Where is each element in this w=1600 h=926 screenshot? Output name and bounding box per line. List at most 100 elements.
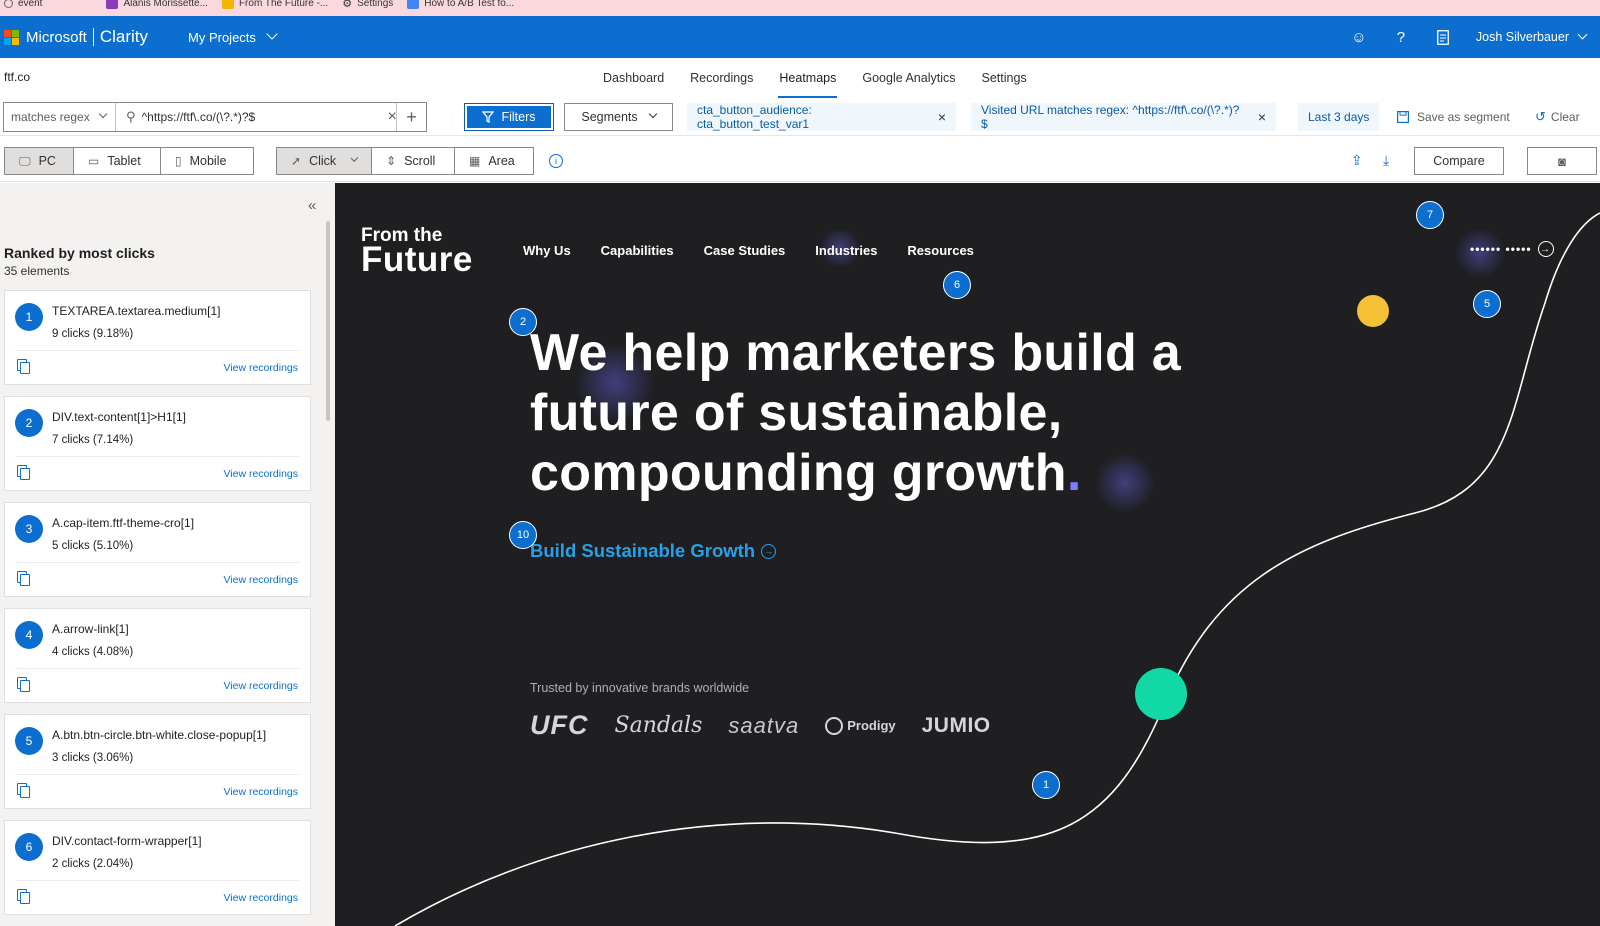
- save-icon: [1397, 111, 1409, 123]
- click-marker[interactable]: 10: [509, 521, 537, 549]
- my-projects-dropdown[interactable]: My Projects: [188, 28, 278, 45]
- feedback-smiley-icon[interactable]: ☺: [1338, 16, 1380, 58]
- site-nav-case-studies[interactable]: Case Studies: [704, 243, 786, 258]
- remove-chip-icon[interactable]: ×: [938, 109, 946, 125]
- bookmark-icon: [221, 0, 234, 9]
- tab-google-analytics[interactable]: Google Analytics: [849, 58, 968, 98]
- device-mobile[interactable]: ▯ Mobile: [161, 148, 253, 174]
- hero-heading[interactable]: We help marketers build a future of sust…: [530, 323, 1290, 503]
- filter-chip-audience[interactable]: cta_button_audience: cta_button_test_var…: [687, 103, 956, 131]
- tab-settings[interactable]: Settings: [968, 58, 1039, 98]
- clear-filters-button[interactable]: ↺ Clear: [1535, 103, 1580, 131]
- match-type-dropdown[interactable]: matches regex: [4, 103, 116, 131]
- copy-icon[interactable]: [17, 571, 30, 586]
- view-recordings-link[interactable]: View recordings: [223, 786, 298, 798]
- chip-label: Visited URL matches regex: ^https://ftf\…: [981, 103, 1240, 131]
- site-nav-resources[interactable]: Resources: [907, 243, 973, 258]
- click-marker[interactable]: 7: [1416, 201, 1444, 229]
- undo-icon: ↺: [1535, 109, 1546, 124]
- ranked-element-card[interactable]: 1 TEXTAREA.textarea.medium[1] 9 clicks (…: [4, 290, 311, 385]
- info-icon[interactable]: i: [549, 154, 563, 168]
- screenshot-button[interactable]: ◙: [1527, 147, 1597, 175]
- tab-list: Dashboard Recordings Heatmaps Google Ana…: [590, 58, 1040, 98]
- device-label: Tablet: [107, 154, 141, 168]
- brand-logos: UFC Sandals saatva Prodigy JUMIO: [530, 710, 1017, 741]
- add-url-button[interactable]: +: [396, 103, 426, 131]
- bookmark-event[interactable]: event: [0, 0, 42, 9]
- bookmark-settings[interactable]: ⚙ Settings: [342, 0, 393, 10]
- ranked-element-card[interactable]: 3 A.cap-item.ftf-theme-cro[1] 5 clicks (…: [4, 502, 311, 597]
- url-regex-input[interactable]: [141, 110, 382, 124]
- card-divider: [15, 668, 300, 669]
- site-nav-capabilities[interactable]: Capabilities: [601, 243, 674, 258]
- ranked-element-card[interactable]: 4 A.arrow-link[1] 4 clicks (4.08%) View …: [4, 608, 311, 703]
- view-recordings-link[interactable]: View recordings: [223, 574, 298, 586]
- click-marker[interactable]: 1: [1032, 771, 1060, 799]
- help-icon[interactable]: ?: [1380, 16, 1422, 58]
- remove-chip-icon[interactable]: ×: [1258, 109, 1266, 125]
- ranked-element-card[interactable]: 5 A.btn.btn-circle.btn-white.close-popup…: [4, 714, 311, 809]
- card-divider: [15, 774, 300, 775]
- device-label: Mobile: [189, 154, 227, 168]
- monitor-icon: 🖵: [19, 153, 31, 168]
- sandals-logo: Sandals: [614, 713, 703, 738]
- filter-chip-url[interactable]: Visited URL matches regex: ^https://ftf\…: [971, 103, 1276, 131]
- element-selector: TEXTAREA.textarea.medium[1]: [52, 304, 221, 318]
- site-nav-industries[interactable]: Industries: [815, 243, 877, 258]
- share-icon[interactable]: ⇪: [1351, 152, 1363, 169]
- heatmap-preview[interactable]: From the Future Why Us Capabilities Case…: [335, 183, 1600, 926]
- bookmark-icon: [407, 0, 420, 9]
- tab-heatmaps[interactable]: Heatmaps: [766, 58, 849, 98]
- top-bar: Microsoft Clarity My Projects ☺ ? Josh S…: [0, 16, 1600, 58]
- view-recordings-link[interactable]: View recordings: [223, 892, 298, 904]
- copy-icon[interactable]: [17, 677, 30, 692]
- mode-scroll[interactable]: ⇕ Scroll: [372, 148, 455, 174]
- filters-button[interactable]: Filters: [464, 103, 554, 131]
- hero-dot: .: [1066, 444, 1082, 502]
- heatmap-mode-selector: ➚ Click ⇕ Scroll ▦ Area: [276, 147, 534, 175]
- bookmark-ab-test[interactable]: How to A/B Test fo...: [407, 0, 514, 9]
- save-as-segment-button[interactable]: Save as segment: [1397, 103, 1510, 131]
- copy-icon[interactable]: [17, 465, 30, 480]
- copy-icon[interactable]: [17, 359, 30, 374]
- chevron-down-icon: [1577, 29, 1588, 39]
- device-tablet[interactable]: ▭ Tablet: [74, 148, 161, 174]
- segments-dropdown[interactable]: Segments: [564, 103, 673, 131]
- filter-chip-date[interactable]: Last 3 days: [1298, 103, 1380, 131]
- view-recordings-link[interactable]: View recordings: [223, 468, 298, 480]
- site-logo[interactable]: From the Future: [361, 226, 473, 277]
- click-marker[interactable]: 6: [943, 271, 971, 299]
- device-pc[interactable]: 🖵 PC: [5, 148, 74, 174]
- ranked-element-card[interactable]: 6 DIV.contact-form-wrapper[1] 2 clicks (…: [4, 820, 311, 915]
- cta-link[interactable]: Build Sustainable Growth →: [530, 540, 777, 562]
- camera-icon: ◙: [1558, 153, 1566, 169]
- click-marker[interactable]: 5: [1473, 290, 1501, 318]
- panel-scrollbar[interactable]: [326, 221, 330, 421]
- brand-separator: [92, 28, 94, 46]
- site-contact-link[interactable]: •••••• ••••• →: [1470, 241, 1554, 257]
- click-marker[interactable]: 2: [509, 308, 537, 336]
- copy-icon[interactable]: [17, 889, 30, 904]
- mode-label: Click: [309, 154, 337, 168]
- view-recordings-link[interactable]: View recordings: [223, 362, 298, 374]
- view-recordings-link[interactable]: View recordings: [223, 680, 298, 692]
- my-projects-label: My Projects: [188, 29, 256, 45]
- collapse-panel-icon[interactable]: «: [308, 197, 316, 214]
- copy-icon[interactable]: [17, 783, 30, 798]
- mode-click[interactable]: ➚ Click: [277, 148, 372, 174]
- prodigy-logo: Prodigy: [825, 716, 896, 735]
- site-contact-label: •••••• •••••: [1470, 242, 1532, 256]
- product-name[interactable]: Clarity: [100, 27, 148, 47]
- tab-dashboard[interactable]: Dashboard: [590, 58, 677, 98]
- bookmark-from-the-future[interactable]: From The Future -...: [221, 0, 328, 9]
- download-icon[interactable]: ⤓: [1383, 152, 1389, 169]
- user-menu[interactable]: Josh Silverbauer: [1476, 29, 1588, 44]
- tab-recordings[interactable]: Recordings: [677, 58, 766, 98]
- bookmark-alanis[interactable]: Alanis Morissette...: [56, 0, 208, 9]
- compare-button[interactable]: Compare: [1414, 147, 1504, 175]
- bookmarks-bar: event Alanis Morissette... From The Futu…: [0, 0, 1600, 16]
- site-nav-why-us[interactable]: Why Us: [523, 243, 571, 258]
- document-icon[interactable]: [1422, 16, 1464, 58]
- ranked-element-card[interactable]: 2 DIV.text-content[1]>H1[1] 7 clicks (7.…: [4, 396, 311, 491]
- mode-area[interactable]: ▦ Area: [455, 148, 533, 174]
